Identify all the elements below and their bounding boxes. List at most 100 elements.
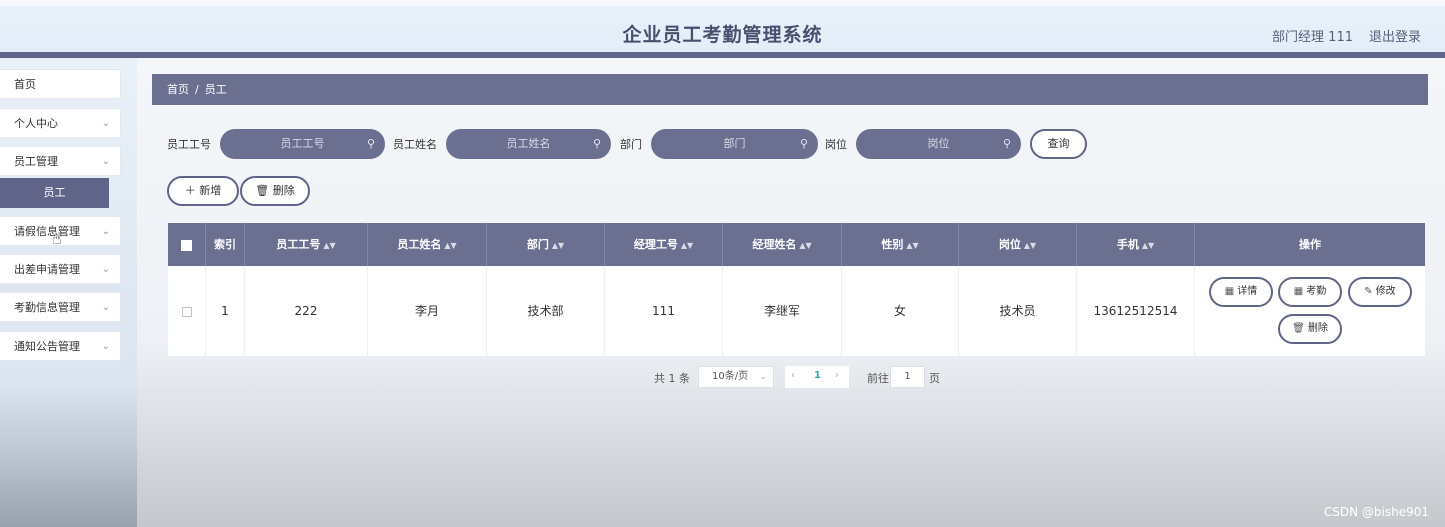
sidebar-item-employee-management[interactable]: 员工管理 ⌄ (0, 146, 121, 176)
emp-no-input[interactable]: 员工工号 ⚲ (220, 129, 385, 159)
goto-unit: 页 (929, 372, 940, 385)
department-placeholder: 部门 (723, 137, 746, 150)
col-gender[interactable]: 性别 ▲▼ (842, 223, 959, 266)
position-input[interactable]: 岗位 ⚲ (856, 129, 1021, 159)
col-manager-no[interactable]: 经理工号 ▲▼ (605, 223, 723, 266)
detail-icon: ▦ (1293, 286, 1304, 297)
sidebar-item-attendance-management[interactable]: 考勤信息管理 ⌄ (0, 292, 121, 322)
page-navigator: ‹ 1 › (785, 366, 849, 388)
breadcrumb-current: 员工 (204, 83, 227, 96)
batch-delete-button[interactable]: 🗑 删除 (240, 176, 310, 206)
chevron-down-icon: ⌄ (101, 118, 110, 129)
col-emp-name[interactable]: 员工姓名 ▲▼ (368, 223, 487, 266)
add-label: 新增 (199, 184, 222, 197)
sort-icon: ▲▼ (1141, 241, 1155, 250)
department-input[interactable]: 部门 ⚲ (651, 129, 818, 159)
col-phone[interactable]: 手机 ▲▼ (1077, 223, 1195, 266)
chevron-down-icon: ⌄ (101, 302, 110, 313)
total-count: 共 1 条 (654, 372, 690, 385)
sidebar-item-label: 个人中心 (14, 117, 58, 130)
search-icon: ⚲ (366, 137, 375, 150)
select-all-checkbox[interactable] (181, 239, 192, 251)
sort-icon: ▲▼ (799, 241, 812, 250)
sort-icon: ▲▼ (1023, 241, 1037, 250)
next-page-icon[interactable]: › (835, 366, 839, 386)
attendance-button[interactable]: ▦ 考勤 (1278, 277, 1342, 307)
employee-table: 索引 员工工号 ▲▼ 员工姓名 ▲▼ 部门 ▲▼ 经理工号 ▲▼ 经理姓名 ▲▼ 性别 ▲▼… (168, 223, 1425, 356)
sort-icon: ▲▼ (906, 241, 919, 250)
top-header: 企业员工考勤管理系统 部门经理 111 退出登录 (0, 6, 1445, 52)
goto-page-input[interactable]: 1 (890, 366, 925, 388)
chevron-down-icon: ⌄ (101, 341, 110, 352)
col-manager-name[interactable]: 经理姓名 ▲▼ (723, 223, 842, 266)
breadcrumb-separator: / (195, 83, 199, 96)
chevron-down-icon: ⌄ (759, 372, 767, 382)
detail-button[interactable]: ▦ 详情 (1209, 277, 1273, 307)
cell-phone: 13612512514 (1077, 266, 1195, 356)
trash-icon: 🗑 (255, 184, 270, 197)
edit-icon: ✎ (1364, 286, 1373, 297)
sidebar-item-label: 通知公告管理 (14, 340, 80, 353)
sidebar-item-label: 员工管理 (14, 155, 58, 168)
sort-icon: ▲▼ (444, 241, 457, 250)
cursor-hand-icon: ☝ (52, 229, 62, 248)
col-position[interactable]: 岗位 ▲▼ (959, 223, 1077, 266)
query-button[interactable]: 查询 (1030, 129, 1087, 159)
edit-button[interactable]: ✎ 修改 (1348, 277, 1412, 307)
table-header: 索引 员工工号 ▲▼ 员工姓名 ▲▼ 部门 ▲▼ 经理工号 ▲▼ 经理姓名 ▲▼ 性别 ▲▼… (168, 223, 1425, 266)
sidebar-item-label: 首页 (14, 78, 36, 91)
add-button[interactable]: ＋ 新增 (167, 176, 239, 206)
sidebar: 首页 个人中心 ⌄ 员工管理 ⌄ 员工 请假信息管理 ⌄ 出差申请管理 ⌄ 考勤… (0, 58, 137, 527)
sidebar-item-label: 请假信息管理 (14, 225, 80, 238)
cell-position: 技术员 (959, 266, 1077, 356)
emp-no-placeholder: 员工工号 (280, 137, 325, 150)
app-title: 企业员工考勤管理系统 (622, 24, 823, 46)
watermark: CSDN @bishe901 (1323, 505, 1429, 519)
cell-emp-name: 李月 (368, 266, 487, 356)
emp-name-input[interactable]: 员工姓名 ⚲ (446, 129, 611, 159)
main-content: 首页 / 员工 员工工号 员工工号 ⚲ 员工姓名 员工姓名 ⚲ 部门 部门 ⚲ 岗位… (137, 58, 1445, 527)
delete-label: 删除 (272, 184, 295, 197)
goto-label: 前往 (867, 372, 889, 385)
cell-department: 技术部 (487, 266, 605, 356)
col-emp-no[interactable]: 员工工号 ▲▼ (245, 223, 368, 266)
breadcrumb-home[interactable]: 首页 (167, 83, 189, 96)
row-checkbox-cell[interactable] (168, 266, 206, 356)
sort-icon: ▲▼ (680, 241, 694, 250)
search-label-emp-no: 员工工号 (167, 138, 211, 151)
sort-icon: ▲▼ (323, 241, 336, 250)
detail-icon: ▦ (1224, 286, 1235, 297)
sidebar-item-personal-center[interactable]: 个人中心 ⌄ (0, 108, 121, 138)
current-page[interactable]: 1 (814, 366, 821, 386)
sidebar-subitem-employee[interactable]: 员工 (0, 178, 109, 208)
search-icon: ⚲ (1002, 137, 1011, 150)
breadcrumb: 首页 / 员工 (152, 74, 1428, 105)
col-department[interactable]: 部门 ▲▼ (487, 223, 605, 266)
sidebar-item-home[interactable]: 首页 (0, 69, 121, 99)
sidebar-item-label: 出差申请管理 (14, 263, 80, 276)
logout-link[interactable]: 退出登录 (1369, 26, 1421, 45)
col-index: 索引 (206, 223, 245, 266)
cell-gender: 女 (842, 266, 959, 356)
row-checkbox[interactable] (181, 306, 192, 317)
col-operations: 操作 (1299, 238, 1321, 251)
select-all-checkbox-cell[interactable] (168, 223, 206, 266)
chevron-down-icon: ⌄ (101, 226, 110, 237)
cell-manager-name: 李继军 (723, 266, 842, 356)
cell-emp-no: 222 (245, 266, 368, 356)
sidebar-item-business-trip[interactable]: 出差申请管理 ⌄ (0, 254, 121, 284)
current-user: 部门经理 111 (1272, 30, 1353, 45)
search-icon: ⚲ (592, 137, 601, 150)
search-label-position: 岗位 (825, 138, 847, 151)
search-label-department: 部门 (620, 138, 642, 151)
sort-icon: ▲▼ (551, 241, 565, 250)
page-size-select[interactable]: 10条/页 ⌄ (698, 366, 774, 388)
sidebar-item-label: 考勤信息管理 (14, 301, 80, 314)
position-placeholder: 岗位 (927, 137, 950, 150)
row-delete-button[interactable]: 🗑 删除 (1278, 314, 1342, 344)
prev-page-icon[interactable]: ‹ (791, 366, 795, 386)
emp-name-placeholder: 员工姓名 (506, 137, 551, 150)
plus-icon: ＋ (184, 184, 196, 197)
trash-icon: 🗑 (1292, 323, 1305, 334)
sidebar-item-notice-management[interactable]: 通知公告管理 ⌄ (0, 331, 121, 361)
